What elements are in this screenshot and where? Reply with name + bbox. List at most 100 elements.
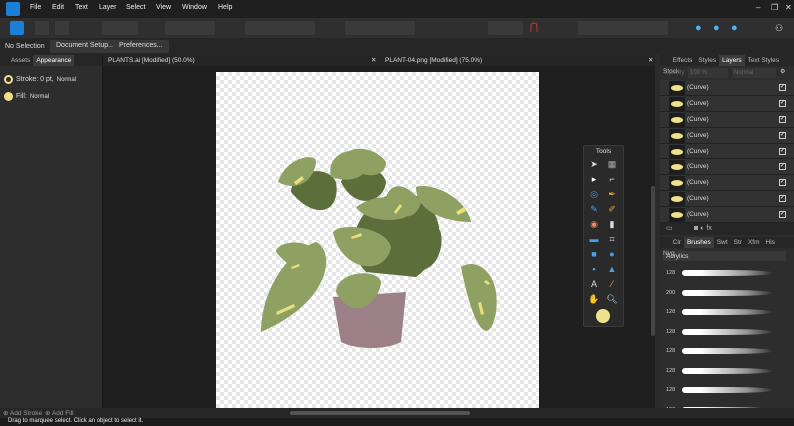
tab-stroke[interactable]: Str [731,237,745,248]
visibility-checkbox[interactable]: ✓ [779,115,786,123]
brush-item[interactable]: 128 [660,381,794,401]
arrange-icons[interactable] [245,21,315,35]
menu-edit[interactable]: Edit [52,4,64,11]
fill-stroke-swatch-icon[interactable] [596,309,610,323]
pen-tool-icon[interactable]: ✒ [606,188,618,200]
visibility-checkbox[interactable]: ✓ [779,84,786,91]
tab-transform[interactable]: Xfm [745,237,763,248]
pixel-persona-icon[interactable] [35,21,49,35]
artboard-tool-icon[interactable]: ▦ [606,158,618,170]
brush-item[interactable]: 128 [660,342,794,362]
fx-icon[interactable]: fx [706,225,711,232]
artboard[interactable] [216,72,539,408]
brush-item[interactable]: 128 [660,303,794,323]
close-window-icon[interactable]: ✕ [785,3,792,12]
tab-styles[interactable]: Styles [695,55,719,66]
layer-row[interactable]: (Curve) ✓ [660,143,794,160]
snapping-magnet-icon[interactable]: ⋂ [527,21,541,35]
fill-blend[interactable]: Normal [30,94,49,100]
share-icon[interactable] [55,21,69,35]
text-tool-icon[interactable]: A [588,278,600,290]
transparency-tool-icon[interactable]: ▮ [606,218,618,230]
brush-item[interactable]: 128 [660,323,794,343]
pencil-tool-icon[interactable]: ✎ [588,203,600,215]
visibility-checkbox[interactable]: ✓ [779,163,786,171]
stroke-row[interactable]: Stroke: 0 pt, Normal [4,75,76,84]
designer-persona-icon[interactable] [10,21,24,35]
rounded-rectangle-tool-icon[interactable]: ▪ [588,263,600,275]
layer-row[interactable]: (Curve) ✓ [660,191,794,208]
menu-help[interactable]: Help [218,4,232,11]
tab-swatches[interactable]: Swt [714,237,731,248]
rectangle-tool-icon[interactable]: ■ [588,248,600,260]
visibility-checkbox[interactable]: ✓ [779,147,786,155]
visibility-checkbox[interactable]: ✓ [779,195,786,203]
tab-brushes[interactable]: Brushes [683,237,714,249]
fill-swatch-icon[interactable] [4,92,13,101]
tab-plants-ai[interactable]: PLANTS.ai [Modified] (50.0%) [108,57,195,64]
snapping-grid-icon[interactable] [488,21,523,35]
settings-icon[interactable]: ⚙ [780,68,785,75]
layer-row[interactable]: (Curve) ✓ [660,95,794,112]
account-icon[interactable]: ⚇ [775,21,789,35]
menu-select[interactable]: Select [126,4,145,11]
add-stroke-button[interactable]: ⊕ Add Stroke [3,409,42,417]
zoom-tool-icon[interactable]: 🔍︎ [606,293,618,305]
canvas-area[interactable] [103,66,655,408]
visibility-checkbox[interactable]: ✓ [779,179,786,187]
tab-history[interactable]: His [763,237,778,248]
align-icons[interactable] [345,21,415,35]
ellipse-tool-icon[interactable]: ● [606,248,618,260]
triangle-tool-icon[interactable]: ▲ [606,263,618,275]
tab-effects[interactable]: Effects [670,55,696,66]
tab-assets[interactable]: Assets [8,55,34,66]
tab-plant-04-png[interactable]: PLANT-04.png [Modified] (75.0%) [385,57,482,64]
hand-tool-icon[interactable]: ✋ [588,293,600,305]
transform-icons[interactable] [578,21,668,35]
move-tool-icon[interactable]: ➤ [588,158,600,170]
fill-tool-icon[interactable]: ◉ [588,218,600,230]
close-tab-icon[interactable]: ✕ [371,56,376,64]
menu-view[interactable]: View [156,4,171,11]
layer-row[interactable]: (Curve) ✓ [660,80,794,96]
menu-text[interactable]: Text [75,4,88,11]
visibility-checkbox[interactable]: ✓ [779,211,786,219]
document-setup-button[interactable]: Document Setup... [50,40,120,53]
layer-row[interactable]: (Curve) ✓ [660,127,794,144]
crop-tool-icon[interactable]: ⌗ [606,233,618,245]
brush-category-select[interactable]: Acrylics [663,251,786,262]
layer-row[interactable]: (Curve) ✓ [660,159,794,176]
brush-item[interactable]: 200 [660,284,794,304]
horizontal-scrollbar[interactable] [290,411,470,415]
tab-appearance[interactable]: Appearance [33,55,75,66]
hide-icons[interactable] [102,21,138,35]
visibility-checkbox[interactable]: ✓ [779,99,786,107]
tab-text-styles[interactable]: Text Styles [745,55,782,66]
tab-color[interactable]: Clr [670,237,684,248]
layer-row[interactable]: (Curve) ✓ [660,175,794,192]
boolean-subtract-icon[interactable]: ● [713,21,727,35]
selection-mode-icons[interactable] [165,21,215,35]
stroke-blend[interactable]: Normal [57,77,76,83]
close-tab-icon[interactable]: ✕ [648,56,653,64]
minimize-icon[interactable]: – [756,3,760,12]
vertical-scrollbar[interactable] [651,186,655,336]
opacity-field[interactable]: 100 % [688,68,728,78]
adjustment-icon[interactable]: ◐ [700,225,704,232]
brush-tool-icon[interactable]: ✐ [606,203,618,215]
stroke-swatch-icon[interactable] [4,75,13,84]
preferences-button[interactable]: Preferences... [113,40,169,53]
menu-window[interactable]: Window [182,4,207,11]
menu-file[interactable]: File [30,4,41,11]
layer-row[interactable]: (Curve) ✓ [660,207,794,224]
add-layer-icon[interactable]: ▭ [666,225,673,232]
node-tool-icon[interactable]: ▸ [588,173,600,185]
visibility-checkbox[interactable]: ✓ [779,131,786,139]
contour-tool-icon[interactable]: ◎ [588,188,600,200]
fill-row[interactable]: Fill: Normal [4,92,49,101]
color-picker-icon[interactable]: ⁄ [606,278,618,290]
blend-mode-select[interactable]: Normal [732,68,776,78]
corner-tool-icon[interactable]: ⌐ [606,173,618,185]
place-image-icon[interactable]: ▬ [588,233,600,245]
menu-layer[interactable]: Layer [99,4,117,11]
